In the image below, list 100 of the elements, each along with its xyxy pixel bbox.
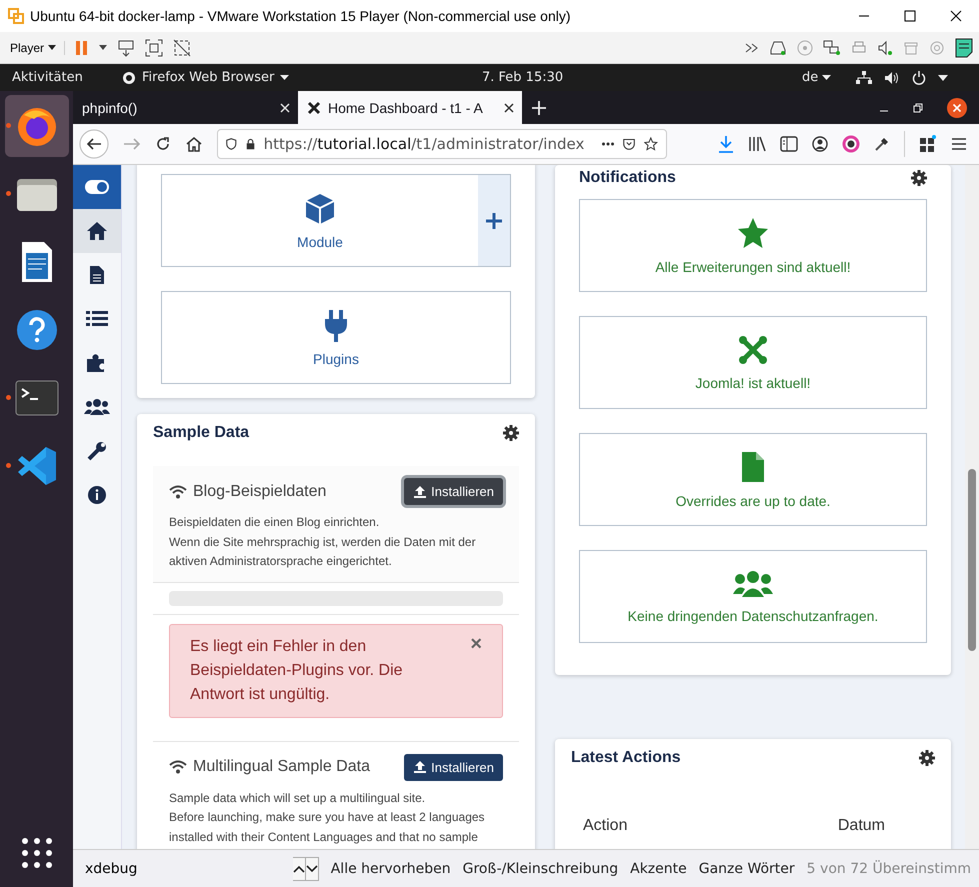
users-icon <box>84 398 110 416</box>
tab-title: Home Dashboard - t1 - A <box>328 100 484 116</box>
joomla-logo-icon <box>738 334 768 364</box>
pause-icon[interactable] <box>75 40 90 56</box>
app-menu[interactable]: Firefox Web Browser <box>122 70 482 85</box>
speaker-icon[interactable] <box>877 40 893 56</box>
caret-icon[interactable] <box>938 74 948 80</box>
sidebar-item[interactable] <box>73 209 121 253</box>
find-field[interactable]: xdebug <box>81 856 293 880</box>
account-icon[interactable] <box>812 136 828 152</box>
find-option[interactable]: Groß-/Kleinschreibung <box>462 860 618 876</box>
module-tile[interactable]: Plugins <box>161 291 511 384</box>
back-icon[interactable] <box>79 129 109 159</box>
player-menu[interactable]: Player <box>10 40 66 54</box>
pocket-icon[interactable] <box>623 136 636 152</box>
vmware-logo-icon <box>8 8 24 24</box>
description-line: aktiven Administratorsprache eingerichtet. <box>169 553 393 570</box>
plus-icon[interactable] <box>532 100 546 114</box>
install-button[interactable]: Installieren <box>404 478 503 505</box>
language-menu[interactable]: de <box>802 70 856 85</box>
status-message: Keine dringenden Datenschutzanfragen. <box>628 608 878 624</box>
settings-icon[interactable] <box>919 750 935 766</box>
scrollbar[interactable] <box>965 165 979 849</box>
address-bar[interactable]: https://tutorial.local/t1/administrator/index <box>217 129 667 159</box>
caret-icon[interactable] <box>99 44 108 50</box>
network-send-icon[interactable] <box>117 38 136 56</box>
activities-button[interactable]: Aktivitäten <box>12 70 122 85</box>
status-tile[interactable]: Keine dringenden Datenschutzanfragen. <box>579 550 927 643</box>
url-text: https://tutorial.local/t1/administrator/index <box>264 135 584 153</box>
caret-icon <box>280 75 290 80</box>
tab-title: phpinfo() <box>82 100 138 116</box>
close-button[interactable]: × <box>470 634 482 652</box>
next-button[interactable] <box>306 856 319 880</box>
menu-icon[interactable] <box>951 137 967 151</box>
status-tile[interactable]: Joomla! ist aktuell! <box>579 316 927 409</box>
wifi-icon <box>169 760 187 774</box>
settings-icon[interactable] <box>503 425 519 441</box>
install-button[interactable]: Installieren <box>404 754 503 780</box>
home-icon <box>86 221 108 241</box>
module-tile[interactable]: Module <box>161 174 511 267</box>
sample-title: Blog-Beispieldaten <box>193 482 326 500</box>
star-icon <box>736 216 770 248</box>
info-icon <box>87 485 107 505</box>
browser-tab[interactable]: Home Dashboard - t1 - A <box>298 91 522 124</box>
eyedropper-icon[interactable] <box>874 136 890 152</box>
close-icon[interactable] <box>950 10 962 22</box>
restore-icon[interactable] <box>913 102 923 112</box>
description-line: installed with their Content Languages and that no sample <box>169 828 479 846</box>
wifi-icon <box>169 484 187 498</box>
find-option[interactable]: Alle hervorheben <box>330 860 451 876</box>
settings-icon[interactable] <box>911 170 927 186</box>
extensions-icon[interactable] <box>919 135 937 153</box>
more-icon[interactable] <box>602 142 614 146</box>
speaker-icon[interactable] <box>884 70 900 84</box>
home-icon[interactable] <box>185 136 203 152</box>
maximize-icon[interactable] <box>904 10 916 22</box>
lock-icon <box>246 137 255 151</box>
wrench-icon <box>87 441 107 461</box>
sidebar-icon[interactable] <box>780 136 798 152</box>
file-icon <box>741 450 765 482</box>
find-option[interactable]: Ganze Wörter <box>698 860 795 876</box>
card-title: Latest Actions <box>571 749 681 767</box>
fullscreen-icon[interactable] <box>145 38 164 56</box>
sample-title: Multilingual Sample Data <box>193 758 370 776</box>
previous-button[interactable] <box>292 856 306 880</box>
printer-icon[interactable] <box>851 40 867 56</box>
list-icon <box>86 310 108 328</box>
network-icon[interactable] <box>823 40 841 56</box>
shield-icon <box>226 136 237 152</box>
alert-message: Es liegt ein Fehler in den Beispieldaten-Plugins vor. Die Antwort ist ungültig. <box>190 636 404 704</box>
note-icon[interactable] <box>955 38 973 58</box>
star-icon[interactable] <box>644 135 658 153</box>
browser-tab[interactable]: phpinfo() <box>74 91 298 124</box>
plug-icon <box>323 308 349 342</box>
reload-icon[interactable] <box>155 136 171 152</box>
network-icon[interactable] <box>856 70 872 84</box>
description-line: Wenn die Site mehrsprachig ist, werden die Daten mit der <box>169 534 477 550</box>
sidebar-item[interactable] <box>73 165 121 209</box>
library-icon[interactable] <box>748 136 766 152</box>
file-icon <box>89 265 105 285</box>
add-button[interactable] <box>478 175 510 266</box>
find-option[interactable]: Akzente <box>630 860 687 876</box>
chevron-up-icon <box>292 864 305 872</box>
download-icon[interactable] <box>718 135 734 153</box>
window-title: Ubuntu 64-bit docker-lamp - VMware Workstation 15 Player (Non-commercial use only) <box>30 8 570 24</box>
card-title: Notifications <box>579 169 676 187</box>
cube-icon <box>303 192 337 226</box>
users-icon <box>733 570 773 598</box>
close-icon[interactable] <box>504 102 514 112</box>
app-grid-icon[interactable] <box>20 837 52 869</box>
power-icon[interactable] <box>912 70 926 84</box>
color-wheel-icon[interactable] <box>842 135 860 153</box>
clock[interactable]: 7. Feb 15:30 <box>482 70 802 85</box>
status-tile[interactable]: Overrides are up to date. <box>579 433 927 526</box>
double-chevron-icon[interactable] <box>745 42 759 54</box>
plus-icon <box>485 212 503 230</box>
card-title: Sample Data <box>153 424 250 442</box>
close-icon[interactable] <box>947 98 967 118</box>
upload-icon <box>413 484 428 498</box>
status-tile[interactable]: Alle Erweiterungen sind aktuell! <box>579 199 927 292</box>
